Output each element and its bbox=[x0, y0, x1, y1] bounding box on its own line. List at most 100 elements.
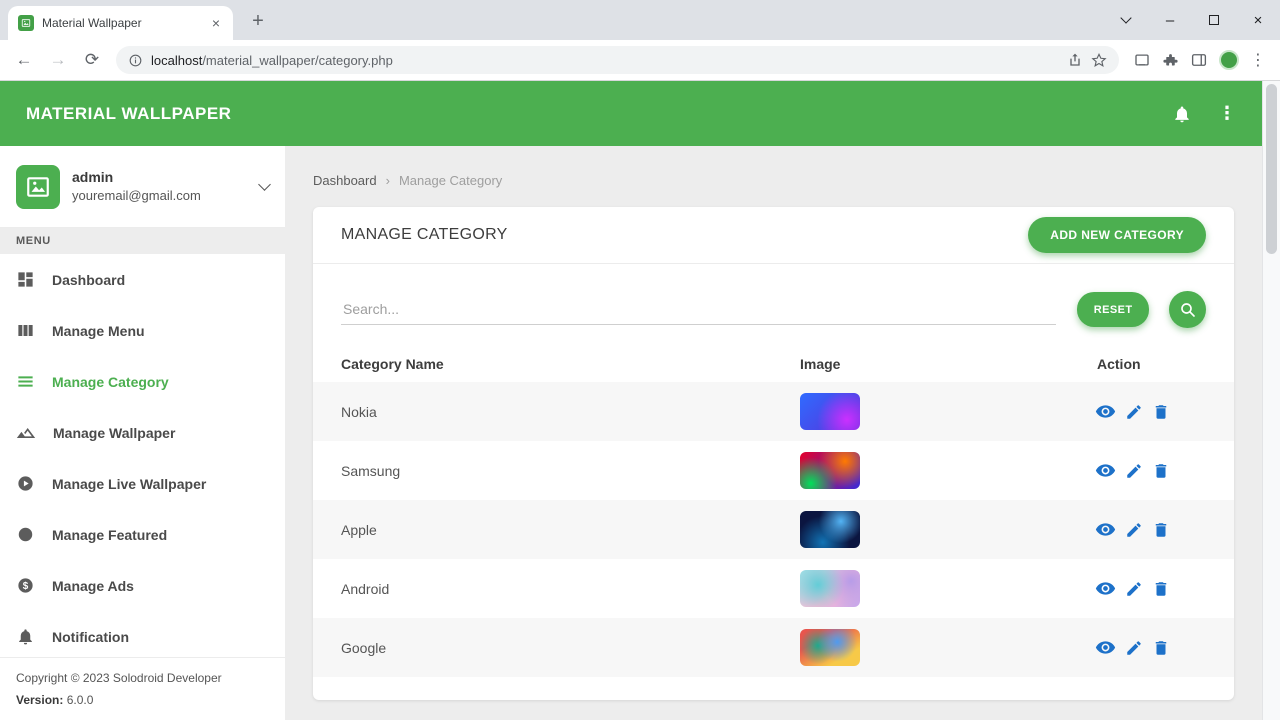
play-circle-icon bbox=[16, 474, 35, 493]
browser-window: Material Wallpaper × + – × ← → ⟳ localho… bbox=[0, 0, 1280, 720]
version-text: Version: 6.0.0 bbox=[16, 689, 269, 711]
user-meta: admin youremail@gmail.com bbox=[72, 167, 201, 206]
app-title: MATERIAL WALLPAPER bbox=[26, 103, 232, 123]
app-menu-icon[interactable]: ⋮ bbox=[1218, 103, 1236, 124]
browser-toolbar: ← → ⟳ localhost/material_wallpaper/categ… bbox=[0, 40, 1280, 81]
extensions-icon[interactable] bbox=[1162, 52, 1179, 69]
view-icon[interactable] bbox=[1095, 519, 1116, 540]
add-new-category-button[interactable]: ADD NEW CATEGORY bbox=[1028, 217, 1206, 253]
category-name: Samsung bbox=[341, 462, 401, 479]
sidebar-item-manage-wallpaper[interactable]: Manage Wallpaper bbox=[0, 407, 285, 458]
category-thumbnail bbox=[800, 570, 860, 607]
page-title: MANAGE CATEGORY bbox=[341, 226, 508, 243]
sidebar-item-manage-ads[interactable]: Manage Ads bbox=[0, 560, 285, 611]
sidebar-item-notification[interactable]: Notification bbox=[0, 611, 285, 662]
circle-icon bbox=[16, 525, 35, 544]
profile-avatar[interactable] bbox=[1219, 50, 1239, 70]
browser-tab[interactable]: Material Wallpaper × bbox=[8, 6, 233, 40]
delete-icon[interactable] bbox=[1152, 521, 1170, 539]
fullscreen-icon[interactable] bbox=[1133, 51, 1151, 69]
window-close-button[interactable]: × bbox=[1236, 0, 1280, 40]
browser-menu-icon[interactable]: ⋮ bbox=[1250, 50, 1266, 70]
main-content: Dashboard › Manage Category MANAGE CATEG… bbox=[285, 146, 1262, 720]
user-dropdown[interactable]: admin youremail@gmail.com bbox=[0, 146, 285, 228]
sidebar-item-label: Manage Live Wallpaper bbox=[52, 475, 207, 492]
reload-button[interactable]: ⟳ bbox=[78, 46, 106, 74]
sidebar-item-label: Manage Featured bbox=[52, 526, 168, 543]
tab-strip: Material Wallpaper × + – × bbox=[0, 0, 1280, 40]
bell-icon bbox=[16, 627, 35, 646]
delete-icon[interactable] bbox=[1152, 580, 1170, 598]
table-row: Samsung bbox=[313, 441, 1234, 500]
chevron-down-icon[interactable] bbox=[258, 178, 271, 191]
side-panel-icon[interactable] bbox=[1190, 51, 1208, 69]
delete-icon[interactable] bbox=[1152, 639, 1170, 657]
sidebar-item-manage-live-wallpaper[interactable]: Manage Live Wallpaper bbox=[0, 458, 285, 509]
edit-icon[interactable] bbox=[1125, 403, 1143, 421]
category-name: Android bbox=[341, 580, 390, 597]
sidebar-item-label: Manage Wallpaper bbox=[53, 424, 176, 441]
url-path: /material_wallpaper/category.php bbox=[202, 52, 393, 68]
bookmark-star-icon[interactable] bbox=[1091, 52, 1107, 68]
forward-button[interactable]: → bbox=[44, 46, 72, 74]
sidebar-item-manage-menu[interactable]: Manage Menu bbox=[0, 305, 285, 356]
window-chevron-icon[interactable] bbox=[1104, 0, 1148, 40]
breadcrumb: Dashboard › Manage Category bbox=[285, 146, 1262, 188]
sidebar-item-dashboard[interactable]: Dashboard bbox=[0, 254, 285, 305]
view-icon[interactable] bbox=[1095, 401, 1116, 422]
window-controls: – × bbox=[1104, 0, 1280, 40]
tab-close-icon[interactable]: × bbox=[207, 14, 225, 32]
edit-icon[interactable] bbox=[1125, 521, 1143, 539]
sidebar-footer: Copyright © 2023 Solodroid Developer Ver… bbox=[0, 656, 285, 720]
category-name: Nokia bbox=[341, 403, 377, 420]
table-row: Google bbox=[313, 618, 1234, 677]
manage-category-card: MANAGE CATEGORY ADD NEW CATEGORY RESET C… bbox=[313, 207, 1234, 700]
window-minimize-button[interactable]: – bbox=[1148, 0, 1192, 40]
sidebar-item-manage-featured[interactable]: Manage Featured bbox=[0, 509, 285, 560]
mountain-icon bbox=[16, 423, 36, 443]
dashboard-icon bbox=[16, 270, 35, 289]
page-scrollbar[interactable] bbox=[1262, 81, 1280, 720]
sidebar-item-manage-category[interactable]: Manage Category bbox=[0, 356, 285, 407]
search-row: RESET bbox=[313, 264, 1234, 338]
edit-icon[interactable] bbox=[1125, 462, 1143, 480]
search-button[interactable] bbox=[1169, 291, 1206, 328]
view-icon[interactable] bbox=[1095, 637, 1116, 658]
edit-icon[interactable] bbox=[1125, 639, 1143, 657]
back-button[interactable]: ← bbox=[10, 46, 38, 74]
category-name: Apple bbox=[341, 521, 377, 538]
delete-icon[interactable] bbox=[1152, 462, 1170, 480]
columns-icon bbox=[16, 321, 35, 340]
col-header-action: Action bbox=[1097, 356, 1141, 372]
category-thumbnail bbox=[800, 393, 860, 430]
breadcrumb-dashboard-link[interactable]: Dashboard bbox=[313, 173, 377, 188]
view-icon[interactable] bbox=[1095, 460, 1116, 481]
window-maximize-button[interactable] bbox=[1192, 0, 1236, 40]
dollar-circle-icon bbox=[16, 576, 35, 595]
view-icon[interactable] bbox=[1095, 578, 1116, 599]
app-header-actions: ⋮ bbox=[1172, 103, 1236, 124]
edit-icon[interactable] bbox=[1125, 580, 1143, 598]
share-icon[interactable] bbox=[1067, 52, 1083, 68]
category-thumbnail bbox=[800, 629, 860, 666]
table-row: Android bbox=[313, 559, 1234, 618]
row-actions bbox=[1082, 637, 1234, 658]
row-actions bbox=[1082, 578, 1234, 599]
site-info-icon[interactable] bbox=[128, 53, 143, 68]
col-header-image: Image bbox=[800, 356, 841, 372]
notification-bell-icon[interactable] bbox=[1172, 104, 1192, 124]
col-header-category-name: Category Name bbox=[341, 356, 444, 372]
table-row: Apple bbox=[313, 500, 1234, 559]
address-bar[interactable]: localhost/material_wallpaper/category.ph… bbox=[116, 46, 1119, 74]
category-table: Category Name Image Action Nokia Samsung bbox=[313, 346, 1234, 677]
search-input[interactable] bbox=[341, 294, 1056, 325]
scrollbar-thumb[interactable] bbox=[1266, 84, 1277, 254]
new-tab-button[interactable]: + bbox=[244, 7, 272, 35]
url-text[interactable]: localhost/material_wallpaper/category.ph… bbox=[151, 53, 1059, 68]
tab-title: Material Wallpaper bbox=[42, 16, 142, 30]
reset-button[interactable]: RESET bbox=[1076, 292, 1150, 327]
delete-icon[interactable] bbox=[1152, 403, 1170, 421]
card-header: MANAGE CATEGORY ADD NEW CATEGORY bbox=[313, 207, 1234, 264]
category-thumbnail bbox=[800, 511, 860, 548]
sidebar-item-label: Dashboard bbox=[52, 271, 126, 288]
